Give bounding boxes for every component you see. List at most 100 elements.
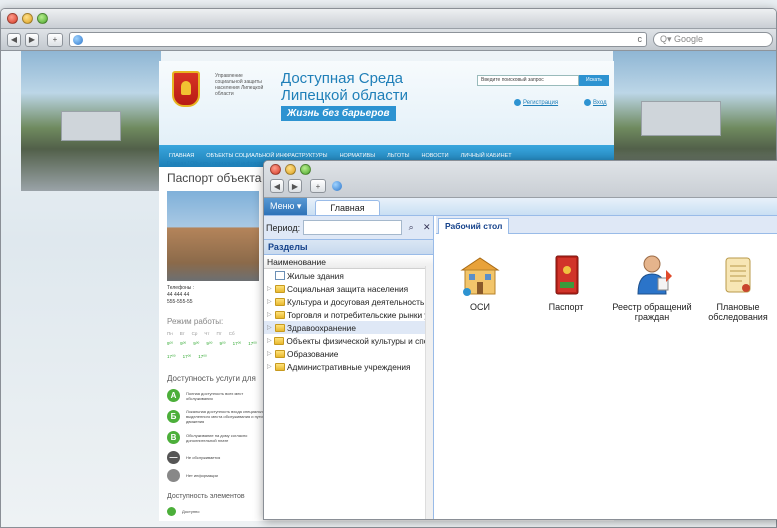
tab-main[interactable]: Главная bbox=[315, 200, 380, 215]
nav-item-home[interactable]: ГЛАВНАЯ bbox=[169, 153, 194, 159]
tree-item[interactable]: ▷ Объекты физической культуры и спор bbox=[264, 334, 433, 347]
app-nav-buttons: ◀ ▶ + bbox=[270, 179, 342, 193]
tree-item-selected[interactable]: ▷ Здравоохранение bbox=[264, 321, 433, 334]
tree-item-label: Образование bbox=[287, 348, 339, 359]
register-label: Регистрация bbox=[523, 100, 559, 107]
available-text: Доступно bbox=[182, 509, 200, 514]
desktop-item-registry[interactable]: Реестр обращений граждан bbox=[612, 252, 692, 322]
forward-button[interactable]: ▶ bbox=[25, 32, 39, 47]
app-window-chrome: ◀ ▶ + bbox=[264, 161, 777, 198]
nav-item-news[interactable]: НОВОСТИ bbox=[422, 153, 449, 159]
nav-item-objects[interactable]: ОБЪЕКТЫ СОЦИАЛЬНОЙ ИНФРАСТРУКТУРЫ bbox=[206, 153, 327, 159]
legend-item-b: Б Локальная доступность входа специально… bbox=[167, 409, 266, 424]
menu-button[interactable]: Меню ▾ bbox=[264, 197, 308, 215]
nav-item-norms[interactable]: НОРМАТИВЫ bbox=[340, 153, 376, 159]
legend-text-none: Не обслуживается bbox=[186, 455, 221, 460]
tab-desktop[interactable]: Рабочий стол bbox=[438, 218, 510, 234]
expand-arrow-icon[interactable]: ▷ bbox=[267, 363, 275, 370]
app-forward-button[interactable]: ▶ bbox=[288, 179, 302, 193]
document-scroll-icon bbox=[716, 252, 760, 298]
login-label: Вход bbox=[593, 100, 607, 107]
access-title: Доступность услуги для bbox=[167, 374, 256, 383]
app-minimize-button[interactable] bbox=[285, 164, 296, 175]
site-search-input[interactable]: Введите поисковый запрос bbox=[477, 75, 579, 86]
expand-arrow-icon[interactable]: ▷ bbox=[267, 324, 275, 331]
app-new-tab-button[interactable]: + bbox=[310, 179, 326, 193]
day-label: Сб bbox=[228, 331, 235, 336]
tree-item[interactable]: ▷ Административные учреждения bbox=[264, 360, 433, 373]
desktop-item-passport[interactable]: Паспорт bbox=[526, 252, 606, 312]
tree-item[interactable]: ▷ Культура и досуговая деятельность bbox=[264, 295, 433, 308]
site-brand-line2[interactable]: Липецкой области bbox=[281, 88, 408, 104]
period-row: Период: ⌕ ✕ bbox=[264, 216, 433, 240]
expand-arrow-icon[interactable]: ▷ bbox=[267, 350, 275, 357]
tree-item-label: Культура и досуговая деятельность bbox=[287, 296, 425, 307]
tree-item-label: Социальная защита населения bbox=[287, 283, 409, 294]
column-header-name[interactable]: Наименование bbox=[264, 255, 433, 269]
app-back-button[interactable]: ◀ bbox=[270, 179, 284, 193]
legend-badge-a: А bbox=[167, 389, 180, 402]
app-zoom-button[interactable] bbox=[300, 164, 311, 175]
tree-item-label: Административные учреждения bbox=[287, 361, 411, 372]
nav-item-cabinet[interactable]: ЛИЧНЫЙ КАБИНЕТ bbox=[461, 153, 512, 159]
site-brand-line1[interactable]: Доступная Среда bbox=[281, 71, 403, 87]
phones-block: Телефоны : 44 444 44 555-555-55 bbox=[167, 285, 194, 306]
period-input[interactable] bbox=[303, 220, 402, 235]
tree-scrollbar[interactable] bbox=[425, 266, 433, 519]
work-hours: 9⁰⁰ 9⁰⁰ 9⁰⁰ 9⁰⁰ 9⁰⁰ 17⁰⁰ 17⁰⁰ 17⁰⁰ 17⁰⁰ … bbox=[167, 341, 263, 360]
folder-icon bbox=[275, 323, 285, 332]
panorama-building bbox=[641, 101, 721, 136]
tree-item[interactable]: Жилые здания bbox=[264, 269, 433, 282]
window-controls bbox=[7, 13, 48, 24]
search-icon[interactable]: ⌕ bbox=[405, 221, 418, 235]
zoom-window-button[interactable] bbox=[37, 13, 48, 24]
expand-arrow-icon[interactable]: ▷ bbox=[267, 337, 274, 344]
tree-item[interactable]: ▷ Образование bbox=[264, 347, 433, 360]
site-header: Управление социальной защиты населения Л… bbox=[159, 61, 614, 145]
hour-value: 9⁰⁰ bbox=[180, 341, 187, 346]
expand-arrow-icon[interactable]: ▷ bbox=[267, 311, 275, 318]
desktop-item-inspections[interactable]: Плановые обследования bbox=[698, 252, 777, 322]
expand-arrow-icon[interactable]: ▷ bbox=[267, 285, 275, 292]
hour-value: 9⁰⁰ bbox=[193, 341, 200, 346]
tree-item[interactable]: ▷ Социальная защита населения bbox=[264, 282, 433, 295]
phone-1: 44 444 44 bbox=[167, 292, 190, 298]
expand-arrow-icon[interactable]: ▷ bbox=[267, 298, 275, 305]
app-close-button[interactable] bbox=[270, 164, 281, 175]
desktop-item-osi[interactable]: ОСИ bbox=[440, 252, 520, 312]
hour-value: 17⁰⁰ bbox=[232, 341, 242, 346]
browser-search-field[interactable]: Q▾ Google bbox=[653, 32, 773, 47]
desktop-item-label: ОСИ bbox=[470, 302, 490, 312]
minimize-window-button[interactable] bbox=[22, 13, 33, 24]
address-bar[interactable]: c bbox=[69, 32, 647, 47]
search-icon: Q▾ bbox=[660, 34, 675, 44]
app-globe-icon bbox=[332, 181, 342, 191]
day-label: Ср bbox=[191, 331, 198, 336]
desktop-item-label: Паспорт bbox=[548, 302, 584, 312]
app-menubar: Меню ▾ Главная bbox=[264, 197, 777, 216]
new-tab-button[interactable]: + bbox=[47, 32, 63, 47]
phone-2: 555-555-55 bbox=[167, 299, 193, 305]
menu-label: Меню bbox=[270, 201, 295, 211]
hour-value: 9⁰⁰ bbox=[206, 341, 213, 346]
back-button[interactable]: ◀ bbox=[7, 32, 21, 47]
tree-item-label: Объекты физической культуры и спор bbox=[286, 335, 433, 346]
passport-icon bbox=[544, 252, 588, 298]
day-label: Вт bbox=[179, 331, 185, 336]
work-mode-title: Режим работы: bbox=[167, 317, 224, 326]
reload-icon[interactable]: c bbox=[638, 34, 643, 44]
work-days: Пн Вт Ср Чт Пт Сб bbox=[167, 331, 263, 336]
clear-icon[interactable]: ✕ bbox=[420, 221, 433, 235]
close-window-button[interactable] bbox=[7, 13, 18, 24]
sections-tree: Жилые здания ▷ Социальная защита населени… bbox=[264, 269, 433, 373]
legend-text-a: Полная доступность всех мест обслуживани… bbox=[186, 390, 244, 401]
site-search-button[interactable]: Искать bbox=[579, 75, 609, 86]
org-name: Управление социальной защиты населения Л… bbox=[215, 73, 264, 97]
register-link[interactable]: Регистрация bbox=[514, 99, 558, 106]
desktop-panel: Рабочий стол ОСИ Паспорт Реестр обращени… bbox=[436, 216, 777, 519]
folder-icon bbox=[274, 336, 285, 345]
nav-item-benefits[interactable]: ЛЬГОТЫ bbox=[387, 153, 409, 159]
tree-item[interactable]: ▷ Торговля и потребительские рынки ус bbox=[264, 308, 433, 321]
desktop-tabbar: Рабочий стол bbox=[436, 216, 777, 234]
login-link[interactable]: Вход bbox=[584, 99, 607, 106]
